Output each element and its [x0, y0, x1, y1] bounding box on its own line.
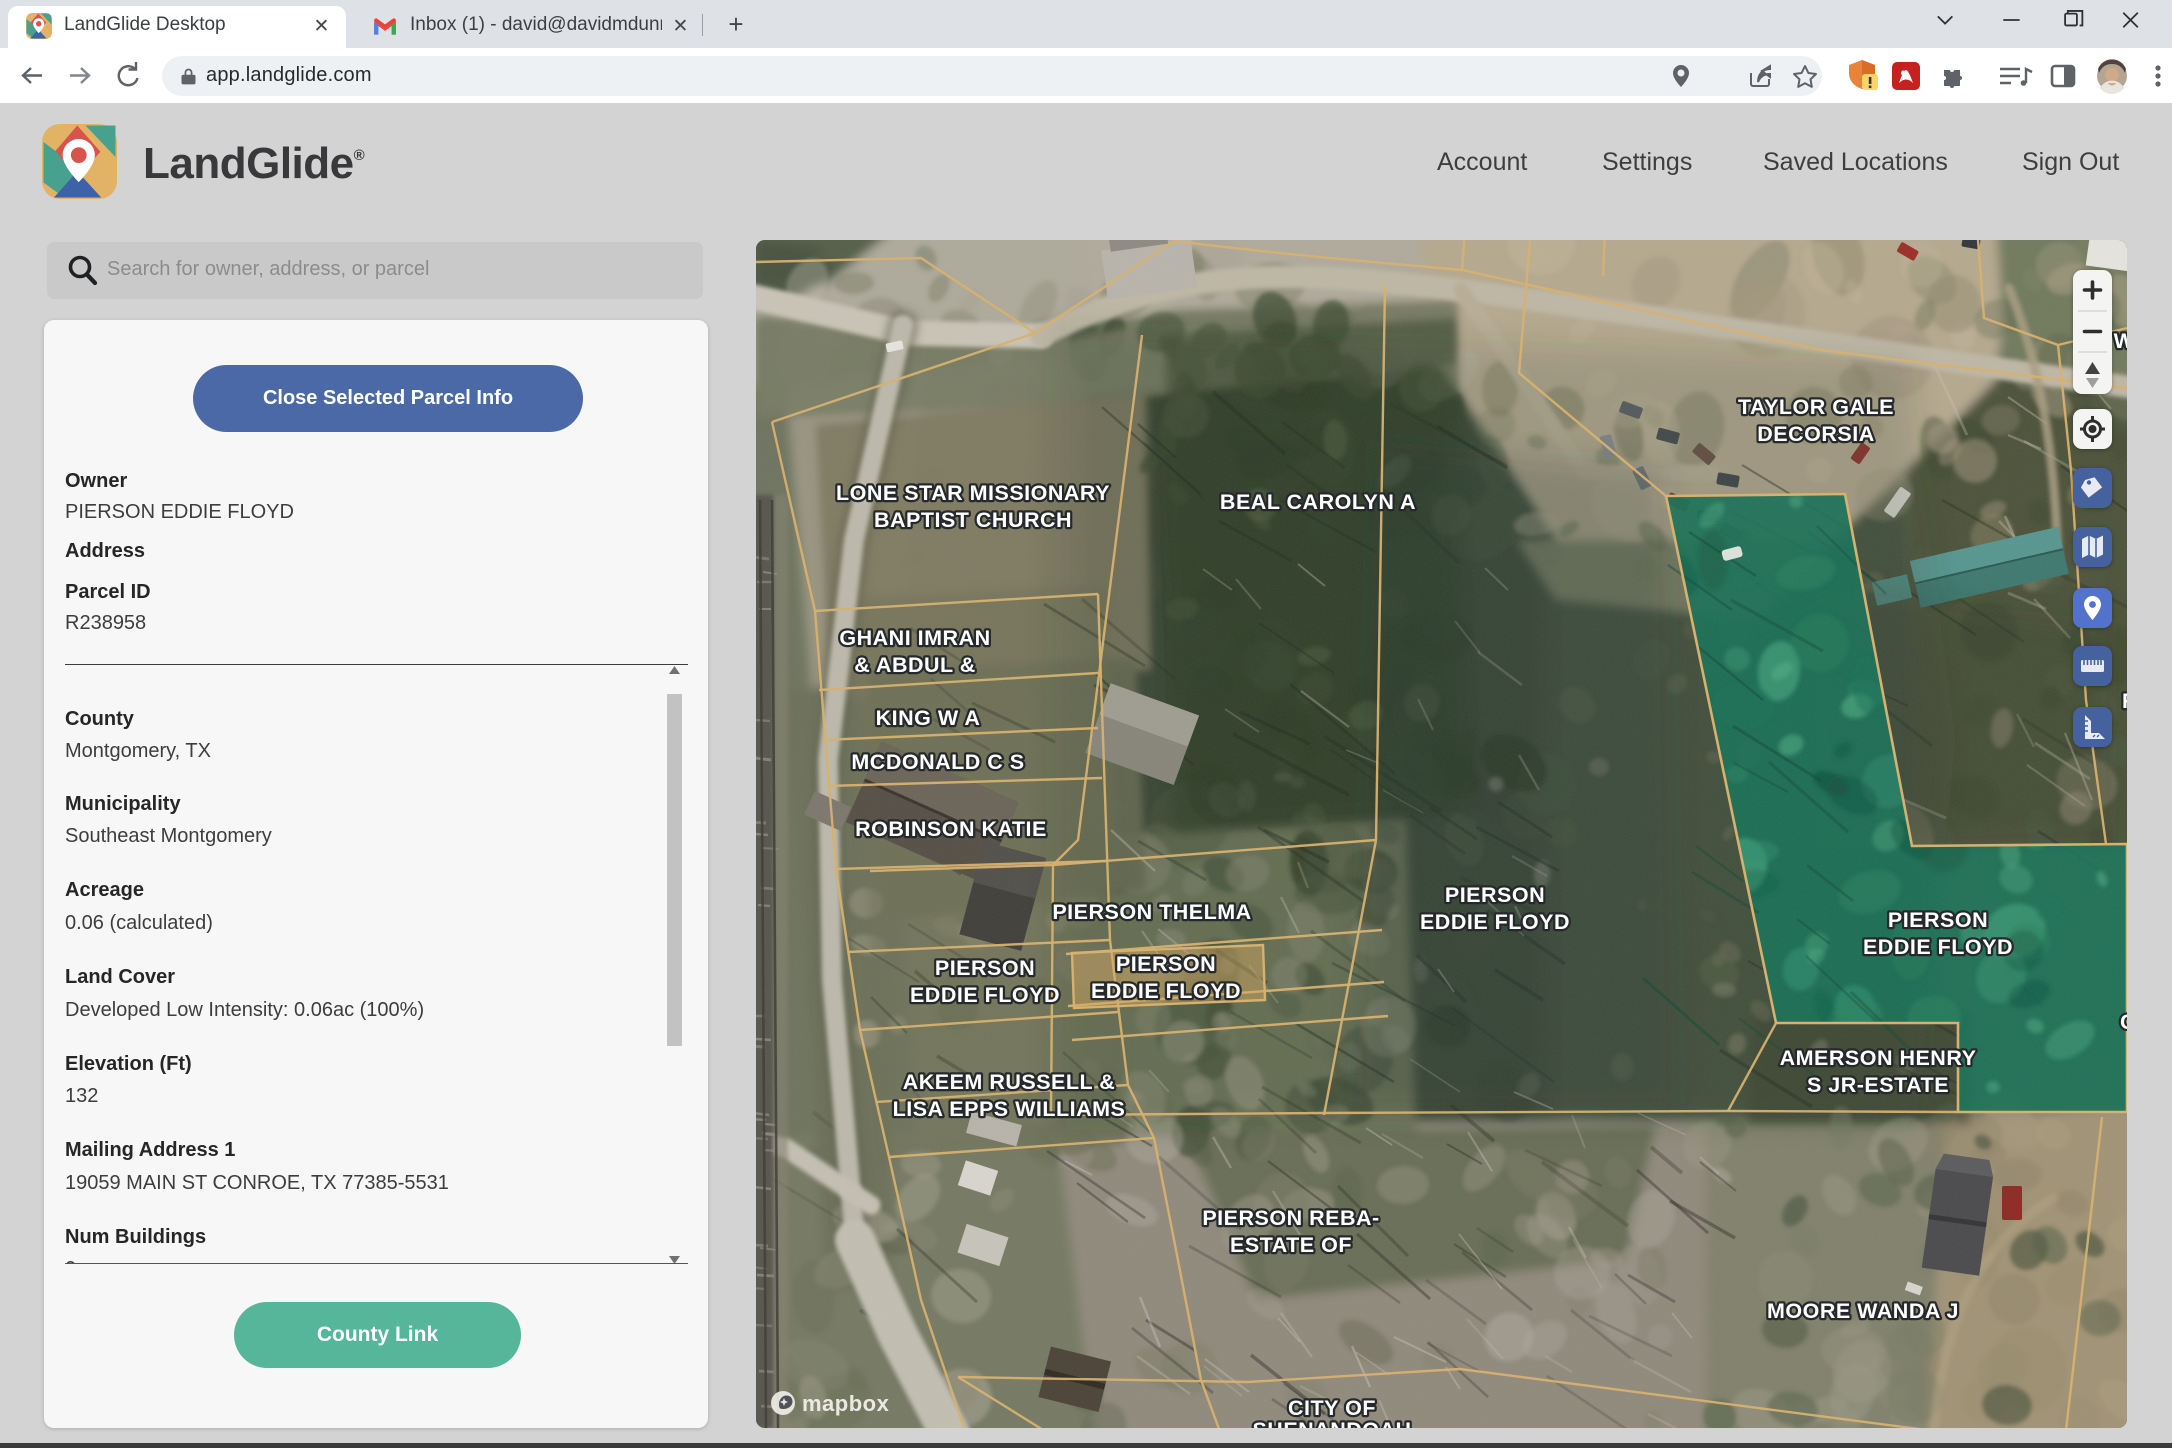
svg-text:PIERSON THELMA: PIERSON THELMA	[1052, 900, 1251, 924]
svg-text:LISA EPPS WILLIAMS: LISA EPPS WILLIAMS	[893, 1097, 1126, 1121]
svg-text:ESTATE OF: ESTATE OF	[1230, 1233, 1352, 1257]
svg-text:EDDIE FLOYD: EDDIE FLOYD	[1863, 935, 2013, 959]
svg-text:BEAL CAROLYN A: BEAL CAROLYN A	[1220, 490, 1416, 514]
svg-text:PIERSON: PIERSON	[1888, 908, 1988, 932]
svg-text:KING W A: KING W A	[876, 706, 981, 730]
svg-text:MOORE WANDA J: MOORE WANDA J	[1767, 1299, 1959, 1323]
svg-text:SHENANDOAH: SHENANDOAH	[1252, 1418, 1411, 1428]
svg-text:CITY OF: CITY OF	[1288, 1396, 1376, 1420]
svg-text:mapbox: mapbox	[802, 1391, 890, 1416]
svg-text:DECORSIA: DECORSIA	[1757, 422, 1874, 446]
svg-text:AKEEM RUSSELL &: AKEEM RUSSELL &	[903, 1070, 1116, 1094]
svg-text:PIERSON: PIERSON	[1445, 883, 1545, 907]
svg-text:W: W	[2114, 329, 2127, 353]
svg-text:C: C	[2120, 1010, 2127, 1034]
svg-text:TAYLOR GALE: TAYLOR GALE	[1738, 395, 1894, 419]
svg-text:EDDIE FLOYD: EDDIE FLOYD	[1420, 910, 1570, 934]
svg-text:S JR-ESTATE: S JR-ESTATE	[1807, 1073, 1949, 1097]
svg-text:BAPTIST CHURCH: BAPTIST CHURCH	[874, 508, 1072, 532]
svg-text:ROBINSON KATIE: ROBINSON KATIE	[855, 817, 1047, 841]
svg-text:AMERSON HENRY: AMERSON HENRY	[1780, 1046, 1977, 1070]
svg-text:LONE STAR MISSIONARY: LONE STAR MISSIONARY	[836, 481, 1110, 505]
svg-text:PIERSON: PIERSON	[935, 956, 1035, 980]
svg-text:PIERSON: PIERSON	[1116, 952, 1216, 976]
svg-text:GHANI IMRAN: GHANI IMRAN	[839, 626, 990, 650]
svg-text:R: R	[2122, 689, 2127, 713]
svg-text:MCDONALD C S: MCDONALD C S	[851, 750, 1024, 774]
svg-text:EDDIE FLOYD: EDDIE FLOYD	[1091, 979, 1241, 1003]
svg-text:EDDIE FLOYD: EDDIE FLOYD	[910, 983, 1060, 1007]
svg-text:& ABDUL &: & ABDUL &	[854, 653, 976, 677]
svg-text:PIERSON REBA-: PIERSON REBA-	[1202, 1206, 1379, 1230]
